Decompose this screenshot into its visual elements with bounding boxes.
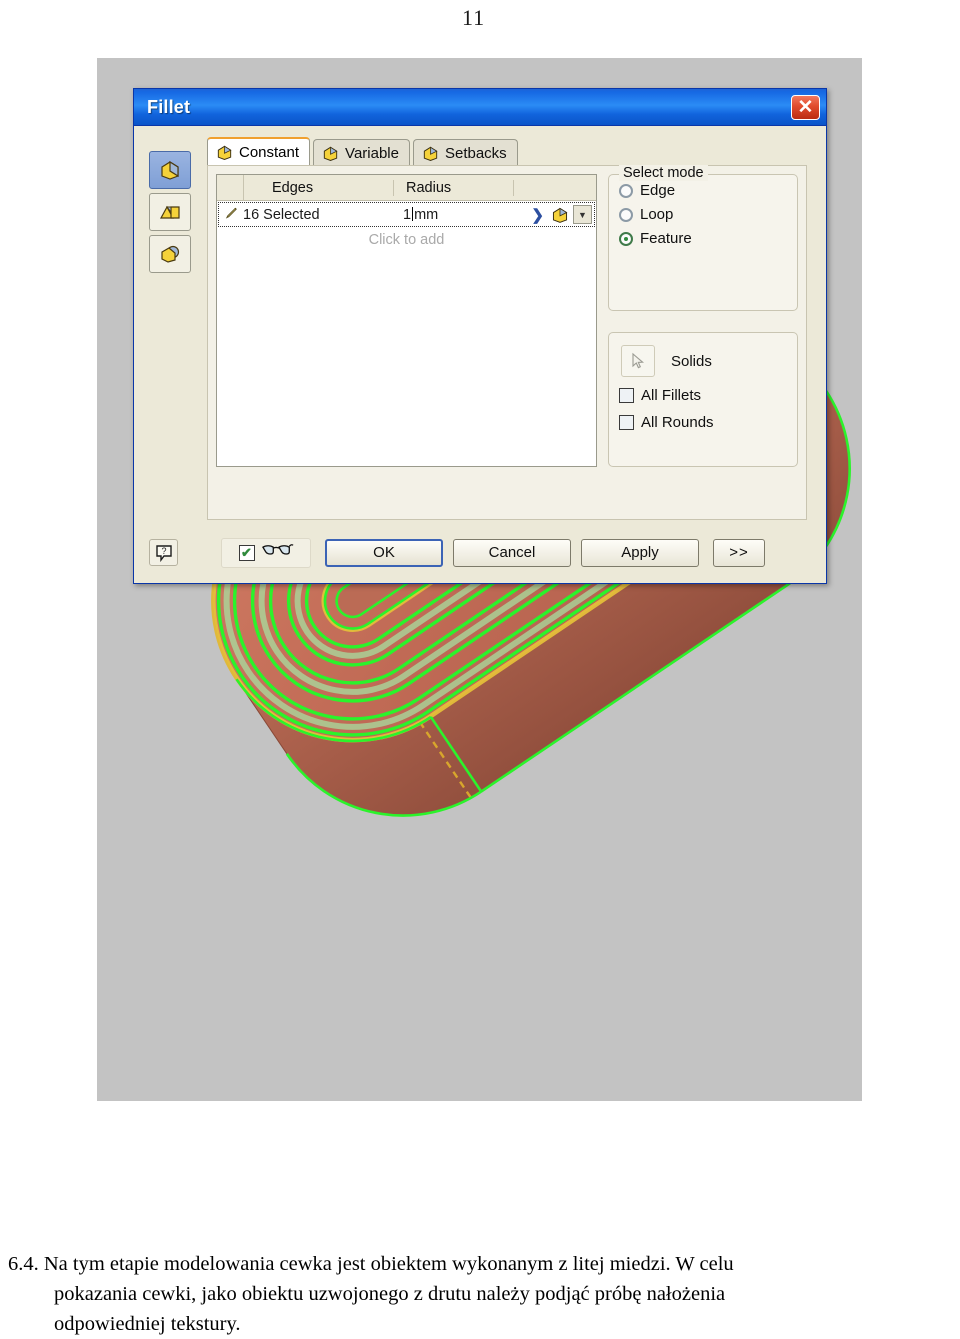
column-header-edges: Edges xyxy=(244,179,394,196)
radio-loop-indicator xyxy=(619,207,633,222)
variable-tab-icon xyxy=(323,146,338,161)
setbacks-tab-icon xyxy=(423,146,438,161)
radius-unit: mm xyxy=(414,206,439,223)
text-caret xyxy=(412,206,414,221)
all-rounds-checkbox-indicator xyxy=(619,415,634,430)
full-round-fillet-tool-button[interactable] xyxy=(149,235,191,273)
apply-button[interactable]: Apply xyxy=(581,538,699,567)
tab-constant-label: Constant xyxy=(239,144,300,161)
dialog-titlebar[interactable]: Fillet ✕ xyxy=(134,89,826,126)
select-mode-legend: Select mode xyxy=(619,165,708,181)
fillet-dialog[interactable]: Fillet ✕ Constant Variable Setbacks Edge… xyxy=(133,88,827,584)
full-round-fillet-icon xyxy=(161,245,180,263)
radio-edge[interactable]: Edge xyxy=(619,182,797,199)
fillet-type-toolbar xyxy=(149,151,191,273)
face-fillet-tool-button[interactable] xyxy=(149,193,191,231)
radio-feature-indicator xyxy=(619,231,633,246)
paragraph-line-2: pokazania cewki, jako obiektu uzwojonego… xyxy=(54,1283,726,1305)
constant-tab-icon xyxy=(217,145,232,160)
solid-body-icon[interactable] xyxy=(549,205,571,225)
body-paragraph: 6.4. Na tym etapie modelowania cewka jes… xyxy=(8,1249,952,1339)
radius-value: 1 xyxy=(403,206,412,223)
tab-setbacks-label: Setbacks xyxy=(444,144,507,162)
preview-toggle[interactable]: ✔ xyxy=(221,537,311,568)
select-mode-group: Select mode Edge Loop Feature xyxy=(608,165,798,311)
table-row[interactable]: 16 Selected 1 mm ❯ ▼ xyxy=(218,202,595,227)
radio-edge-label: Edge xyxy=(640,182,676,199)
chevron-right-icon[interactable]: ❯ xyxy=(528,206,547,224)
radio-edge-indicator xyxy=(619,183,633,198)
all-fillets-label: All Fillets xyxy=(641,387,702,404)
radio-loop[interactable]: Loop xyxy=(619,206,797,223)
edges-list[interactable]: Edges Radius 16 Selected 1 mm ❯ ▼ Click … xyxy=(216,174,597,467)
edges-list-header: Edges Radius xyxy=(217,175,596,201)
preview-checkbox-indicator: ✔ xyxy=(238,544,255,561)
radio-feature[interactable]: Feature xyxy=(619,230,797,247)
solids-label: Solids xyxy=(671,352,712,370)
tab-variable[interactable]: Variable xyxy=(313,139,410,166)
dialog-footer: ? ✔ OK Cancel Apply >> xyxy=(149,534,812,571)
solids-group: Solids All Fillets All Rounds xyxy=(608,332,798,467)
page-number: 11 xyxy=(462,5,486,30)
solids-select-button[interactable] xyxy=(621,345,655,377)
edge-fillet-icon xyxy=(161,160,179,180)
tab-variable-label: Variable xyxy=(345,144,399,162)
pencil-icon xyxy=(219,206,243,223)
dialog-title: Fillet xyxy=(147,96,191,117)
dialog-body: Constant Variable Setbacks Edges Radius … xyxy=(134,126,826,585)
fillet-tab-bar: Constant Variable Setbacks xyxy=(207,137,521,166)
tab-setbacks[interactable]: Setbacks xyxy=(412,139,518,166)
cursor-arrow-icon xyxy=(632,352,645,369)
click-to-add-hint[interactable]: Click to add xyxy=(217,232,596,248)
glasses-icon xyxy=(261,542,294,563)
column-header-radius: Radius xyxy=(394,179,514,196)
solids-row: Solids xyxy=(621,345,797,377)
face-fillet-icon xyxy=(159,205,180,219)
cancel-button[interactable]: Cancel xyxy=(453,538,571,567)
help-button[interactable]: ? xyxy=(149,539,178,566)
radio-loop-label: Loop xyxy=(640,206,674,223)
more-options-button[interactable]: >> xyxy=(713,538,765,567)
close-icon[interactable]: ✕ xyxy=(791,94,820,120)
checkbox-all-rounds[interactable]: All Rounds xyxy=(619,414,797,431)
row-controls: ❯ ▼ xyxy=(511,205,594,225)
chevron-down-icon[interactable]: ▼ xyxy=(573,205,592,224)
cell-radius[interactable]: 1 mm xyxy=(391,206,511,223)
paragraph-number: 6.4. xyxy=(8,1253,39,1275)
all-fillets-checkbox-indicator xyxy=(619,388,634,403)
edge-fillet-tool-button[interactable] xyxy=(149,151,191,189)
help-icon: ? xyxy=(155,544,172,562)
paragraph-line-1: Na tym etapie modelowania cewka jest obi… xyxy=(43,1253,734,1275)
cell-edges-count: 16 Selected xyxy=(243,206,320,223)
tab-constant[interactable]: Constant xyxy=(207,137,311,166)
ok-button[interactable]: OK xyxy=(325,538,443,567)
radio-feature-label: Feature xyxy=(640,230,692,247)
header-spacer xyxy=(217,175,244,200)
all-rounds-label: All Rounds xyxy=(641,414,714,431)
svg-text:?: ? xyxy=(161,546,166,556)
checkbox-all-fillets[interactable]: All Fillets xyxy=(619,387,797,404)
constant-tab-panel: Edges Radius 16 Selected 1 mm ❯ ▼ Click … xyxy=(207,165,807,520)
